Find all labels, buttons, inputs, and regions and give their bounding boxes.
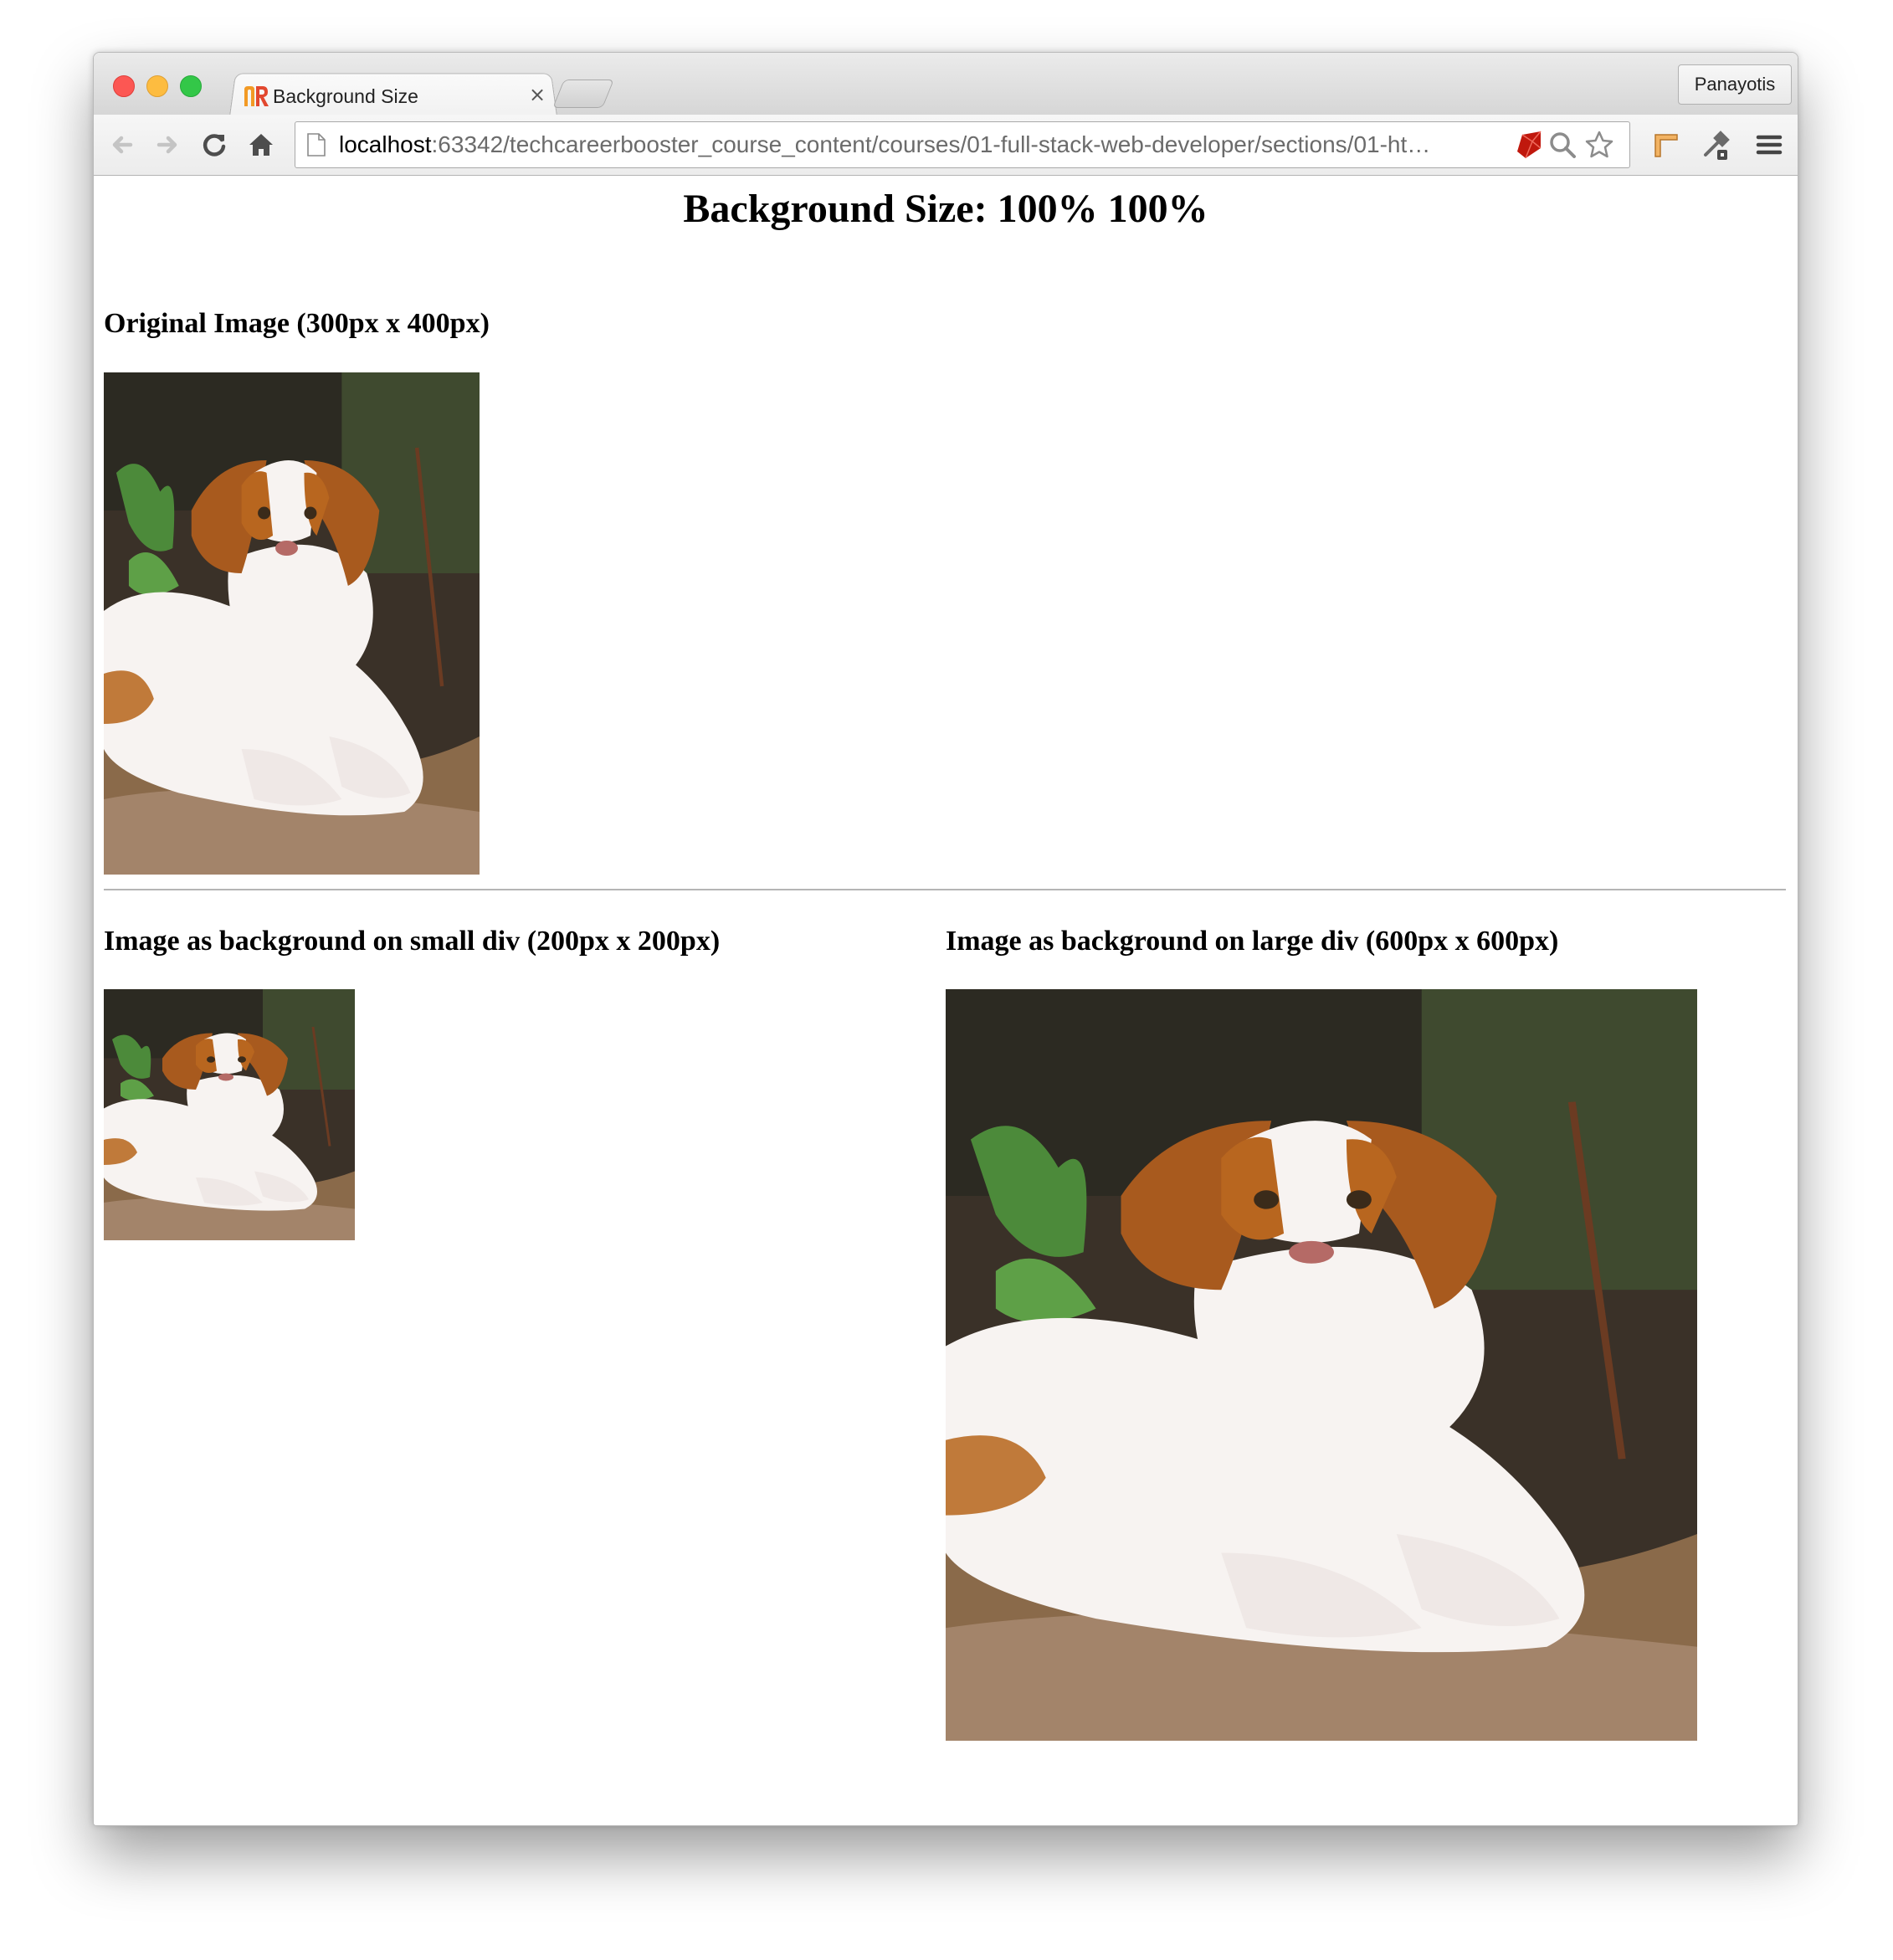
original-puppy-image xyxy=(104,372,480,875)
original-image-heading: Original Image (300px x 400px) xyxy=(104,308,490,339)
browser-window: Background Size × Panayotis localhost:63… xyxy=(93,52,1798,1826)
back-arrow-icon[interactable] xyxy=(105,128,139,162)
ruby-extension-icon[interactable] xyxy=(1514,130,1544,160)
eyedropper-extension-icon[interactable] xyxy=(1699,128,1732,162)
new-tab-button[interactable] xyxy=(552,80,614,108)
tab-title: Background Size xyxy=(273,85,418,107)
magnifier-icon[interactable] xyxy=(1547,130,1578,160)
reload-icon[interactable] xyxy=(198,128,231,162)
browser-toolbar: localhost:63342/techcareerbooster_course… xyxy=(94,115,1798,176)
page-title: Background Size: 100% 100% xyxy=(683,187,1208,231)
home-icon[interactable] xyxy=(244,128,278,162)
address-bar[interactable]: localhost:63342/techcareerbooster_course… xyxy=(295,121,1630,168)
star-icon[interactable] xyxy=(1584,130,1614,160)
profile-button[interactable]: Panayotis xyxy=(1678,64,1792,105)
url-path: :63342/techcareerbooster_course_content/… xyxy=(431,131,1431,157)
ruler-extension-icon[interactable] xyxy=(1649,128,1682,162)
page-content: Background Size: 100% 100% Original Imag… xyxy=(94,176,1798,1825)
window-minimize-button[interactable] xyxy=(146,75,168,97)
address-url[interactable]: localhost:63342/techcareerbooster_course… xyxy=(339,131,1511,158)
tab-strip: Background Size × Panayotis xyxy=(94,53,1798,116)
large-div-heading: Image as background on large div (600px … xyxy=(946,926,1559,957)
section-divider xyxy=(104,889,1786,890)
hamburger-menu-icon[interactable] xyxy=(1752,128,1786,162)
small-div-puppy-background xyxy=(104,989,355,1240)
forward-arrow-icon[interactable] xyxy=(151,128,184,162)
window-close-button[interactable] xyxy=(113,75,135,97)
tab-content: Background Size × xyxy=(243,80,557,113)
page-document-icon xyxy=(307,133,326,156)
tab-close-icon[interactable]: × xyxy=(529,83,546,106)
site-favicon-icon xyxy=(244,86,269,106)
url-host: localhost xyxy=(339,131,432,157)
window-maximize-button[interactable] xyxy=(180,75,202,97)
large-div-puppy-background xyxy=(946,989,1697,1741)
small-div-heading: Image as background on small div (200px … xyxy=(104,926,721,957)
